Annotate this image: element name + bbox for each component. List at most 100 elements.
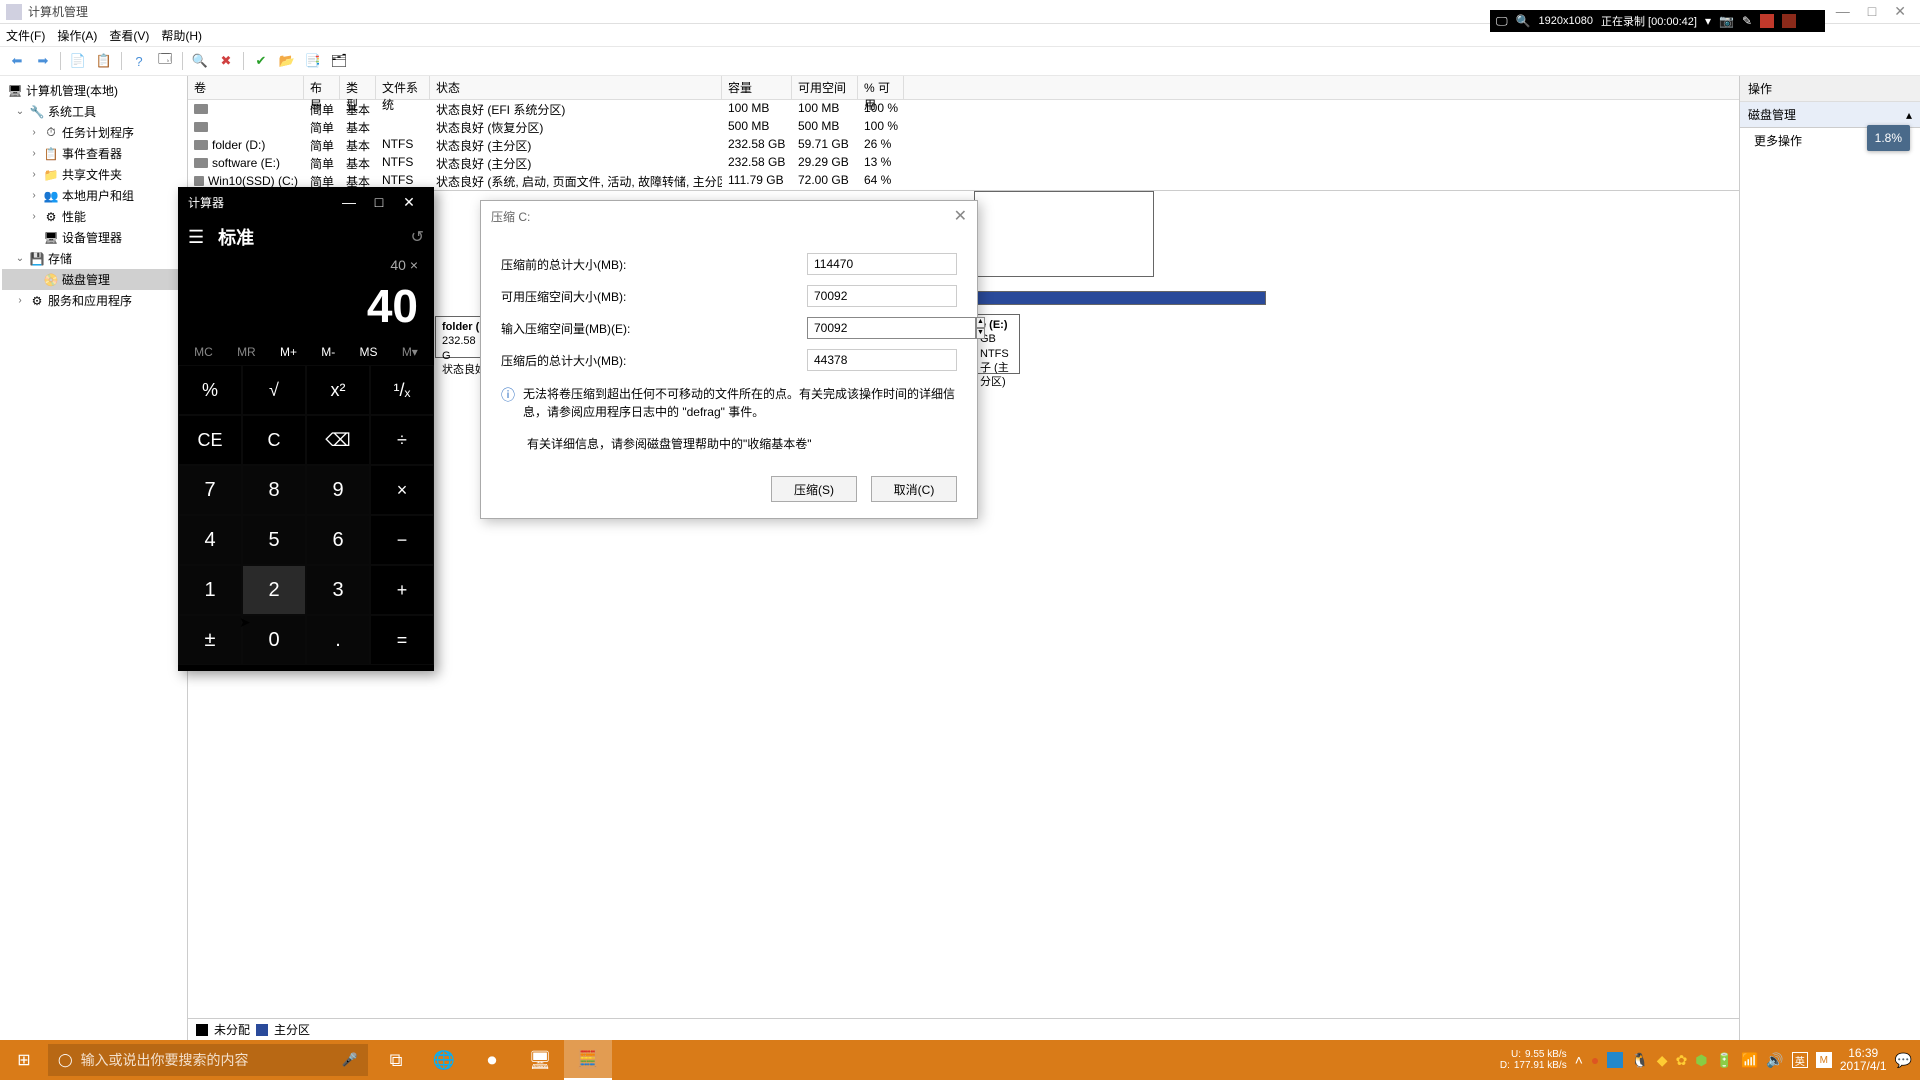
key-multiply[interactable]: × — [370, 465, 434, 515]
key-2[interactable]: 2 — [242, 565, 306, 615]
spin-up[interactable]: ▲ — [976, 317, 985, 328]
nav-tree[interactable]: 🖥计算机管理(本地) ⌄🔧系统工具 ›⏱任务计划程序 ›📋事件查看器 ›📁共享文… — [0, 76, 188, 1040]
calc-close[interactable]: ✕ — [394, 194, 424, 211]
key-4[interactable]: 4 — [178, 515, 242, 565]
col-layout[interactable]: 布局 — [304, 76, 340, 99]
tray-icon[interactable]: ⬢ — [1695, 1052, 1707, 1069]
taskbar[interactable]: ⊞ ◯ 🎤 ⧉ 🌐 ⏺ 🖥 🧮 U:9.55 kB/s D:177.91 kB/… — [0, 1040, 1920, 1080]
tree-devmgr[interactable]: 🖥设备管理器 — [2, 227, 185, 248]
calc-minimize[interactable]: — — [334, 194, 364, 210]
key-3[interactable]: 3 — [306, 565, 370, 615]
key-0[interactable]: 0 — [242, 615, 306, 665]
tray-ime-mode[interactable]: M — [1816, 1052, 1832, 1068]
key-7[interactable]: 7 — [178, 465, 242, 515]
mem-mc[interactable]: MC — [194, 345, 213, 359]
key-equals[interactable]: = — [370, 615, 434, 665]
tray-icon[interactable]: 🐧 — [1631, 1052, 1648, 1069]
tree-scheduler[interactable]: ›⏱任务计划程序 — [2, 122, 185, 143]
table-row[interactable]: 简单基本 状态良好 (EFI 系统分区) 100 MB100 MB100 % — [188, 100, 1739, 118]
menu-file[interactable]: 文件(F) — [6, 27, 45, 44]
toolbar-icon[interactable]: 🗔 — [154, 50, 176, 72]
forward-button[interactable]: ➡ — [32, 50, 54, 72]
collapse-icon[interactable]: ▴ — [1906, 108, 1912, 122]
key-square[interactable]: x² — [306, 365, 370, 415]
mem-mplus[interactable]: M+ — [280, 345, 297, 359]
key-subtract[interactable]: − — [370, 515, 434, 565]
calculator-window[interactable]: 计算器 — □ ✕ ☰ 标准 ↺ 40 × 40 MC MR M+ M- MS … — [178, 187, 434, 671]
help-icon[interactable]: ? — [128, 50, 150, 72]
tree-users[interactable]: ›👥本地用户和组 — [2, 185, 185, 206]
mem-mminus[interactable]: M- — [321, 345, 335, 359]
col-type[interactable]: 类型 — [340, 76, 376, 99]
back-button[interactable]: ⬅ — [6, 50, 28, 72]
taskview-button[interactable]: ⧉ — [372, 1040, 420, 1080]
system-tray[interactable]: U:9.55 kB/s D:177.91 kB/s ˄ ● 🐧 ◆ ✿ ⬢ 🔋 … — [1492, 1047, 1920, 1073]
start-button[interactable]: ⊞ — [0, 1040, 48, 1080]
tree-root[interactable]: 🖥计算机管理(本地) — [2, 80, 185, 101]
key-decimal[interactable]: . — [306, 615, 370, 665]
tray-battery-icon[interactable]: 🔋 — [1716, 1052, 1733, 1069]
tray-ime-lang[interactable]: 英 — [1792, 1052, 1808, 1068]
tree-systools[interactable]: ⌄🔧系统工具 — [2, 101, 185, 122]
menu-view[interactable]: 查看(V) — [109, 27, 149, 44]
key-divide[interactable]: ÷ — [370, 415, 434, 465]
refresh-icon[interactable]: 🔍 — [189, 50, 211, 72]
tree-shared[interactable]: ›📁共享文件夹 — [2, 164, 185, 185]
shrink-dialog[interactable]: 压缩 C: ✕ 压缩前的总计大小(MB):114470 可用压缩空间大小(MB)… — [480, 200, 978, 519]
search-input[interactable] — [81, 1052, 334, 1068]
table-row[interactable]: folder (D:) 简单基本 NTFS状态良好 (主分区) 232.58 G… — [188, 136, 1739, 154]
tree-storage[interactable]: ⌄💾存储 — [2, 248, 185, 269]
tree-eventviewer[interactable]: ›📋事件查看器 — [2, 143, 185, 164]
tray-icon[interactable]: ◆ — [1657, 1052, 1668, 1069]
key-5[interactable]: 5 — [242, 515, 306, 565]
toolbar-icon[interactable]: 📑 — [302, 50, 324, 72]
tray-icon[interactable]: ● — [1591, 1052, 1599, 1068]
spin-down[interactable]: ▼ — [976, 328, 985, 339]
calc-maximize[interactable]: □ — [364, 194, 394, 210]
dialog-close-icon[interactable]: ✕ — [954, 206, 967, 226]
mic-icon[interactable]: 🎤 — [342, 1052, 358, 1068]
tray-up-icon[interactable]: ˄ — [1575, 1052, 1583, 1068]
taskbar-calculator[interactable]: 🧮 — [564, 1040, 612, 1080]
shrink-button[interactable]: 压缩(S) — [771, 476, 857, 502]
key-backspace[interactable]: ⌫ — [306, 415, 370, 465]
history-icon[interactable]: ↺ — [411, 227, 424, 247]
tray-notifications-icon[interactable]: 💬 — [1895, 1052, 1912, 1069]
taskbar-mmc[interactable]: 🖥 — [516, 1040, 564, 1080]
key-ce[interactable]: CE — [178, 415, 242, 465]
toolbar-icon[interactable]: ✔ — [250, 50, 272, 72]
mem-ms[interactable]: MS — [360, 345, 378, 359]
toolbar-icon[interactable]: 🗂 — [328, 50, 350, 72]
taskbar-chrome[interactable]: 🌐 — [420, 1040, 468, 1080]
shrink-amount-input[interactable]: ▲▼ — [807, 317, 957, 339]
magnify-icon[interactable]: 🔍 — [1516, 14, 1531, 28]
toolbar-icon[interactable]: 📄 — [67, 50, 89, 72]
maximize-button[interactable]: □ — [1868, 3, 1876, 20]
cortana-search[interactable]: ◯ 🎤 — [48, 1044, 368, 1076]
cancel-button[interactable]: 取消(C) — [871, 476, 957, 502]
col-status[interactable]: 状态 — [430, 76, 722, 99]
key-add[interactable]: + — [370, 565, 434, 615]
toolbar-icon[interactable]: 📋 — [93, 50, 115, 72]
recorder-overlay[interactable]: 🖵 🔍 1920x1080 正在录制 [00:00:42] ▾ 📷 ✎ — [1490, 10, 1825, 32]
key-c[interactable]: C — [242, 415, 306, 465]
key-inverse[interactable]: ¹/ₓ — [370, 365, 434, 415]
toolbar-icon[interactable]: 📂 — [276, 50, 298, 72]
table-row[interactable]: software (E:) 简单基本 NTFS状态良好 (主分区) 232.58… — [188, 154, 1739, 172]
tray-volume-icon[interactable]: 🔊 — [1766, 1052, 1783, 1069]
dropdown-icon[interactable]: ▾ — [1705, 14, 1711, 28]
stop-button[interactable] — [1782, 14, 1796, 28]
table-row[interactable]: 简单基本 状态良好 (恢复分区) 500 MB500 MB100 % — [188, 118, 1739, 136]
close-button[interactable]: ✕ — [1894, 3, 1906, 20]
taskbar-recorder[interactable]: ⏺ — [468, 1040, 516, 1080]
key-negate[interactable]: ± — [178, 615, 242, 665]
tree-services[interactable]: ›⚙服务和应用程序 — [2, 290, 185, 311]
menu-action[interactable]: 操作(A) — [57, 27, 97, 44]
tray-wifi-icon[interactable]: 📶 — [1741, 1052, 1758, 1069]
camera-icon[interactable]: 📷 — [1719, 14, 1734, 28]
delete-icon[interactable]: ✖ — [215, 50, 237, 72]
hamburger-icon[interactable]: ☰ — [188, 227, 204, 248]
col-free[interactable]: 可用空间 — [792, 76, 858, 99]
key-9[interactable]: 9 — [306, 465, 370, 515]
menu-help[interactable]: 帮助(H) — [161, 27, 202, 44]
